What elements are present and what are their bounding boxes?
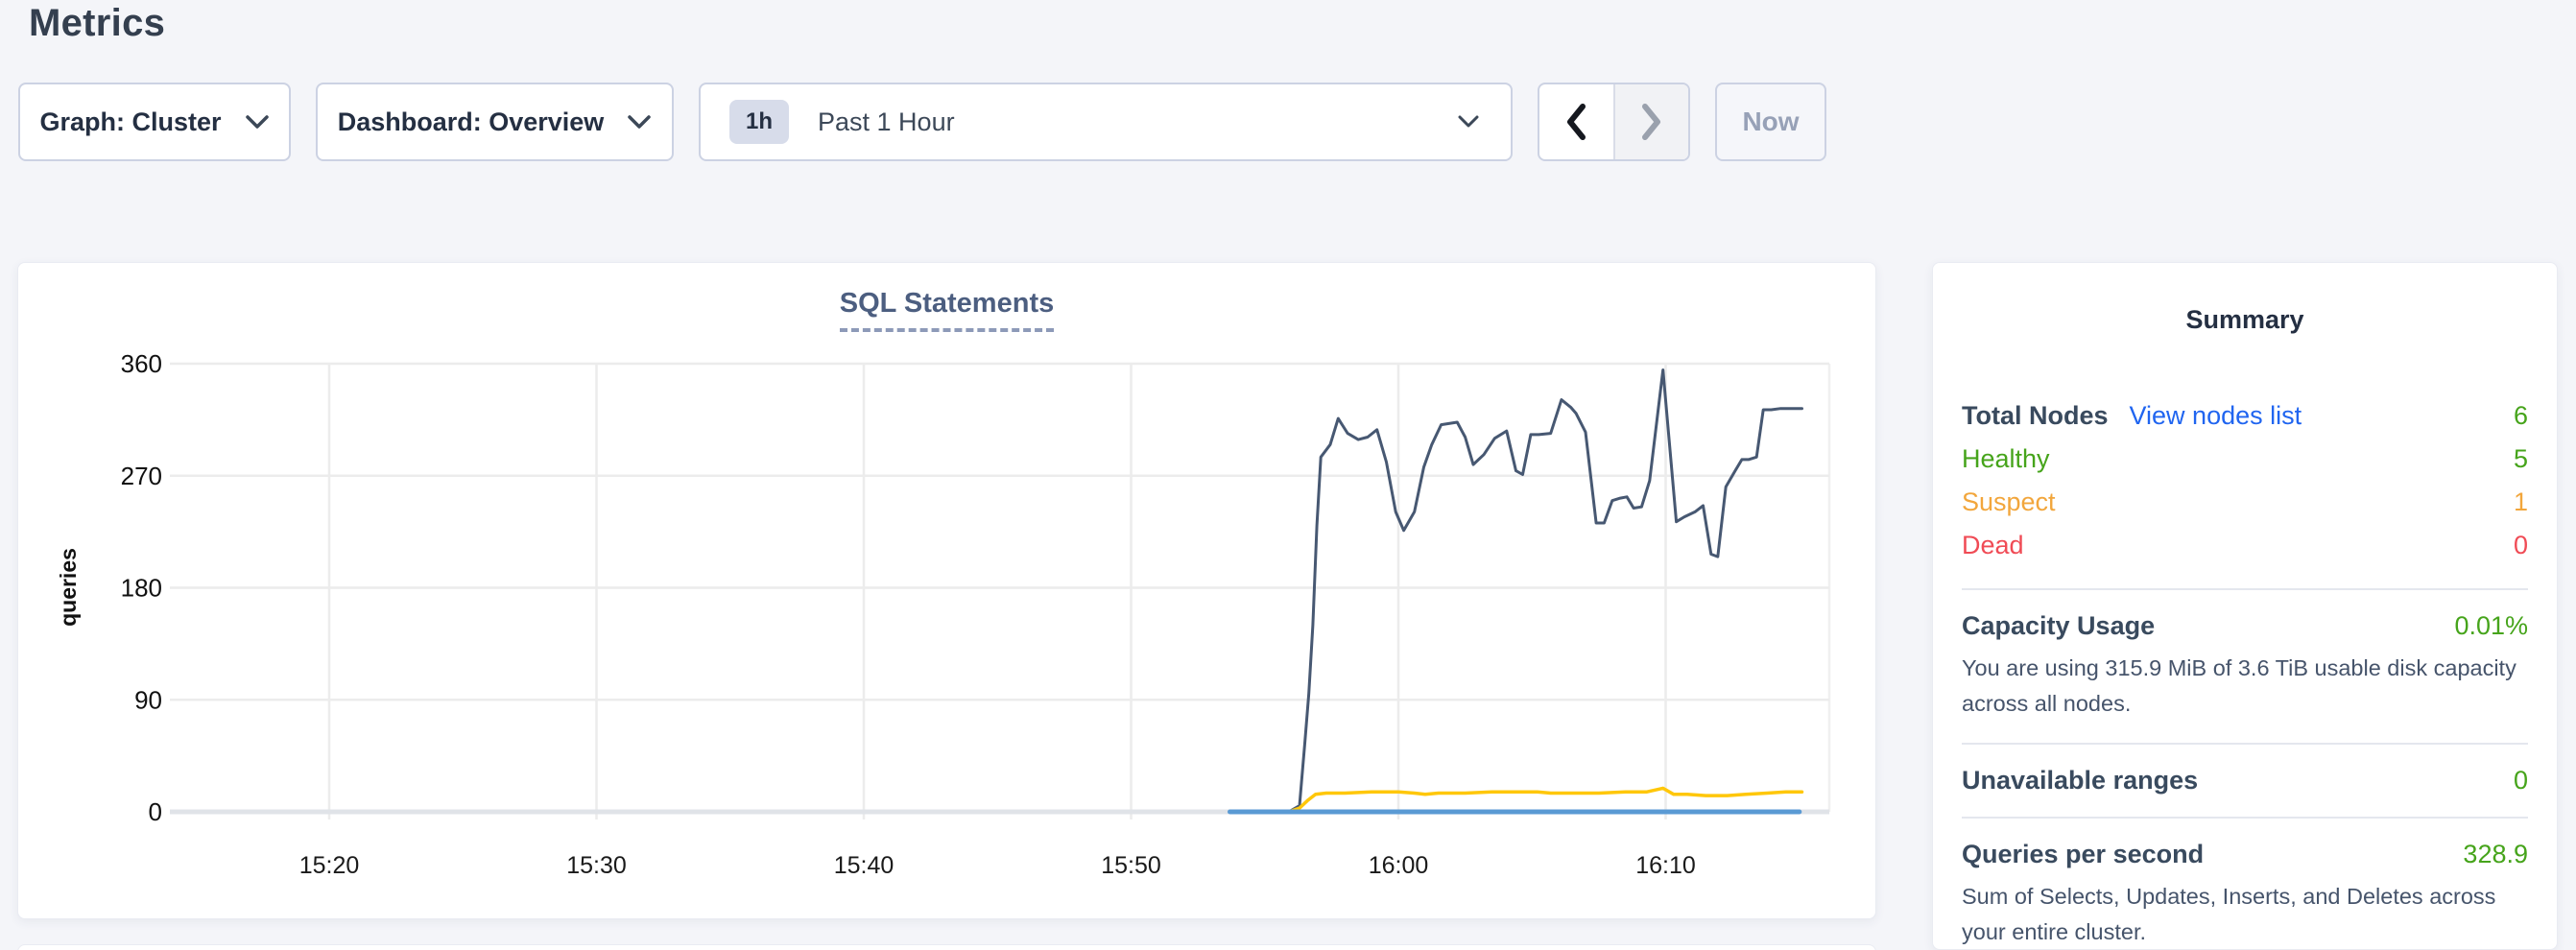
capacity-usage-label: Capacity Usage xyxy=(1962,611,2155,641)
dashboard-dropdown[interactable]: Dashboard: Overview xyxy=(316,83,674,161)
suspect-label: Suspect xyxy=(1962,487,2056,517)
chevron-right-icon xyxy=(1641,104,1662,140)
chevron-down-icon xyxy=(1457,114,1482,130)
chevron-down-icon xyxy=(627,114,652,130)
svg-text:270: 270 xyxy=(121,462,162,490)
time-window-badge: 1h xyxy=(729,100,789,144)
svg-text:15:40: 15:40 xyxy=(834,852,894,879)
svg-text:180: 180 xyxy=(121,574,162,603)
svg-text:15:20: 15:20 xyxy=(299,852,360,879)
chevron-down-icon xyxy=(245,114,270,130)
healthy-nodes-row: Healthy 5 xyxy=(1962,438,2528,481)
metrics-page: Metrics Graph: Cluster Dashboard: Overvi… xyxy=(0,0,2576,950)
total-nodes-row: Total Nodes View nodes list 6 xyxy=(1962,394,2528,438)
next-time-button[interactable] xyxy=(1613,84,1689,159)
svg-text:0: 0 xyxy=(149,797,162,826)
time-window-label: Past 1 Hour xyxy=(818,107,955,137)
prev-time-button[interactable] xyxy=(1539,84,1613,159)
svg-text:15:30: 15:30 xyxy=(566,852,627,879)
chart-title[interactable]: SQL Statements xyxy=(840,288,1054,332)
graph-dropdown[interactable]: Graph: Cluster xyxy=(18,83,291,161)
nodes-block: Total Nodes View nodes list 6 Healthy 5 … xyxy=(1962,394,2528,567)
dead-value: 0 xyxy=(2514,531,2528,560)
healthy-label: Healthy xyxy=(1962,444,2050,474)
suspect-value: 1 xyxy=(2514,487,2528,517)
divider xyxy=(1962,817,2528,819)
total-nodes-label: Total Nodes xyxy=(1962,401,2109,431)
svg-text:16:10: 16:10 xyxy=(1635,852,1696,879)
svg-text:90: 90 xyxy=(134,685,162,714)
qps-section: Queries per second 328.9 Sum of Selects,… xyxy=(1962,840,2528,950)
unavailable-ranges-section: Unavailable ranges 0 xyxy=(1962,766,2528,796)
time-window-selector[interactable]: 1h Past 1 Hour xyxy=(699,83,1513,161)
dead-label: Dead xyxy=(1962,531,2024,560)
capacity-usage-description: You are using 315.9 MiB of 3.6 TiB usabl… xyxy=(1962,651,2528,722)
svg-text:15:50: 15:50 xyxy=(1101,852,1161,879)
dashboard-dropdown-label: Dashboard: Overview xyxy=(338,107,605,137)
qps-description: Sum of Selects, Updates, Inserts, and De… xyxy=(1962,879,2528,950)
divider xyxy=(1962,743,2528,745)
qps-label: Queries per second xyxy=(1962,840,2204,869)
view-nodes-list-link[interactable]: View nodes list xyxy=(2130,401,2302,431)
chart-title-wrap: SQL Statements xyxy=(18,288,1875,332)
chevron-left-icon xyxy=(1565,104,1586,140)
divider xyxy=(1962,588,2528,590)
sql-statements-chart[interactable]: 15:20 15:30 15:40 15:50 16:00 16:10 0 90 180 270 3… xyxy=(18,263,1877,920)
unavailable-ranges-label: Unavailable ranges xyxy=(1962,766,2198,796)
capacity-usage-value: 0.01% xyxy=(2454,611,2528,641)
summary-title: Summary xyxy=(1962,305,2528,335)
capacity-usage-section: Capacity Usage 0.01% You are using 315.9… xyxy=(1962,611,2528,722)
dead-nodes-row: Dead 0 xyxy=(1962,524,2528,567)
summary-panel: Summary Total Nodes View nodes list 6 He… xyxy=(1932,262,2558,950)
healthy-value: 5 xyxy=(2514,444,2528,474)
time-step-buttons xyxy=(1538,83,1690,161)
now-button[interactable]: Now xyxy=(1715,83,1826,161)
svg-text:16:00: 16:00 xyxy=(1369,852,1429,879)
suspect-nodes-row: Suspect 1 xyxy=(1962,481,2528,524)
graph-dropdown-label: Graph: Cluster xyxy=(39,107,221,137)
svg-text:queries: queries xyxy=(56,548,81,627)
total-nodes-value: 6 xyxy=(2514,401,2528,431)
qps-value: 328.9 xyxy=(2463,840,2528,869)
sql-statements-card: SQL Statements 15:20 15:30 15:40 15:50 16:00… xyxy=(17,262,1876,919)
next-chart-card-partial xyxy=(17,944,1876,950)
page-title: Metrics xyxy=(29,0,165,50)
unavailable-ranges-value: 0 xyxy=(2514,766,2528,796)
svg-text:360: 360 xyxy=(121,349,162,378)
toolbar: Graph: Cluster Dashboard: Overview 1h Pa… xyxy=(18,83,1826,161)
